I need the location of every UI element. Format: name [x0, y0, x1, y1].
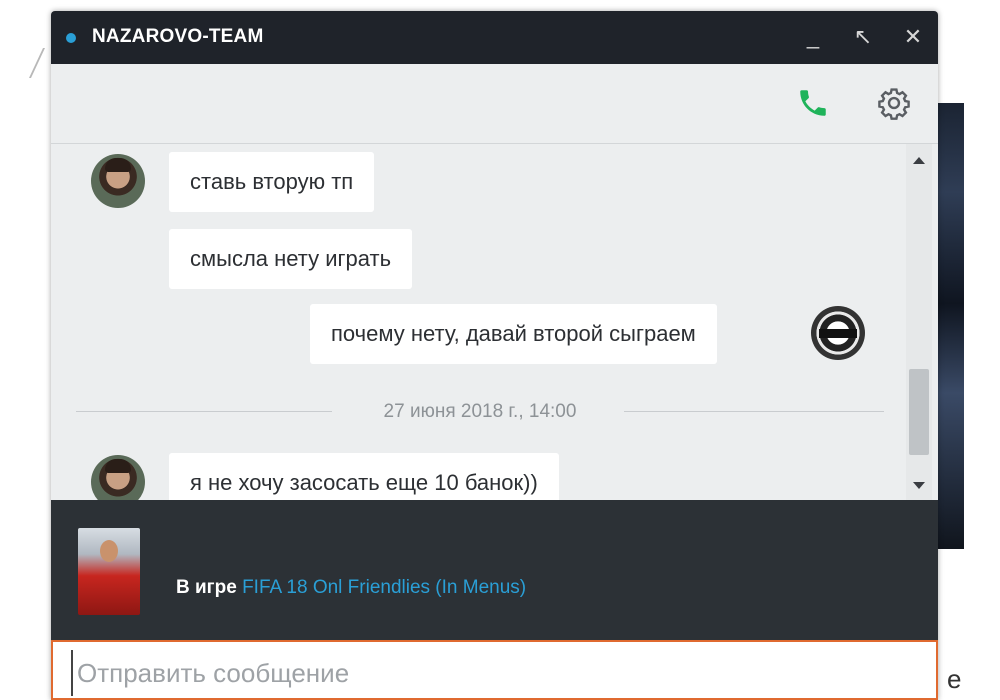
settings-button[interactable]: [877, 86, 911, 120]
background-page-text: е: [947, 664, 962, 694]
popout-arrow-icon: ↖: [853, 24, 873, 49]
gear-icon: [878, 88, 910, 120]
cover-player-figure: [100, 540, 118, 562]
avatar-logo-band: [819, 329, 857, 338]
message-scrollbar[interactable]: [906, 144, 932, 500]
message-composer: [51, 640, 938, 700]
message-bubble-outgoing: почему нету, давай второй сыграем: [310, 304, 717, 364]
self-avatar[interactable]: [811, 306, 865, 360]
message-input[interactable]: [71, 650, 917, 696]
date-separator: 27 июня 2018 г., 14:00: [76, 400, 884, 424]
scroll-down-arrow-icon[interactable]: [913, 482, 925, 489]
phone-icon: [800, 90, 826, 116]
chat-window: NAZAROVO-TEAM _ ↖ ✕ ставь вторую тп смыс…: [51, 11, 938, 700]
message-list[interactable]: ставь вторую тп смысла нету играть почем…: [51, 144, 938, 500]
online-status-indicator: [66, 33, 76, 43]
contact-avatar[interactable]: [91, 154, 145, 208]
message-bubble-incoming: ставь вторую тп: [169, 152, 375, 212]
chat-toolbar: [51, 64, 938, 144]
contact-avatar[interactable]: [91, 455, 145, 500]
scroll-up-arrow-icon[interactable]: [913, 157, 925, 164]
avatar-hair: [105, 158, 131, 172]
close-icon: ✕: [903, 24, 923, 49]
game-cover-art[interactable]: [78, 528, 140, 615]
separator-line-right: [624, 411, 884, 412]
popout-button[interactable]: ↖: [846, 21, 880, 53]
message-bubble-incoming: смысла нету играть: [169, 229, 413, 289]
voice-call-button[interactable]: [796, 86, 830, 120]
message-bubble-incoming: я не хочу засосать еще 10 банок)): [169, 453, 559, 500]
window-title: NAZAROVO-TEAM: [92, 26, 264, 47]
title-bar[interactable]: NAZAROVO-TEAM _ ↖ ✕: [51, 11, 938, 64]
close-button[interactable]: ✕: [896, 21, 930, 53]
game-status-prefix: В игре: [176, 577, 237, 598]
minimize-button[interactable]: _: [796, 21, 830, 53]
minimize-icon: _: [806, 24, 820, 49]
game-title-link[interactable]: FIFA 18 Onl Friendlies (In Menus): [242, 577, 526, 598]
now-playing-bar: В игре FIFA 18 Onl Friendlies (In Menus): [51, 500, 938, 640]
scrollbar-thumb[interactable]: [909, 369, 929, 455]
background-artwork: [936, 103, 964, 549]
date-separator-label: 27 июня 2018 г., 14:00: [383, 401, 577, 422]
avatar-hair: [105, 459, 131, 473]
game-status: В игре FIFA 18 Onl Friendlies (In Menus): [176, 577, 526, 599]
